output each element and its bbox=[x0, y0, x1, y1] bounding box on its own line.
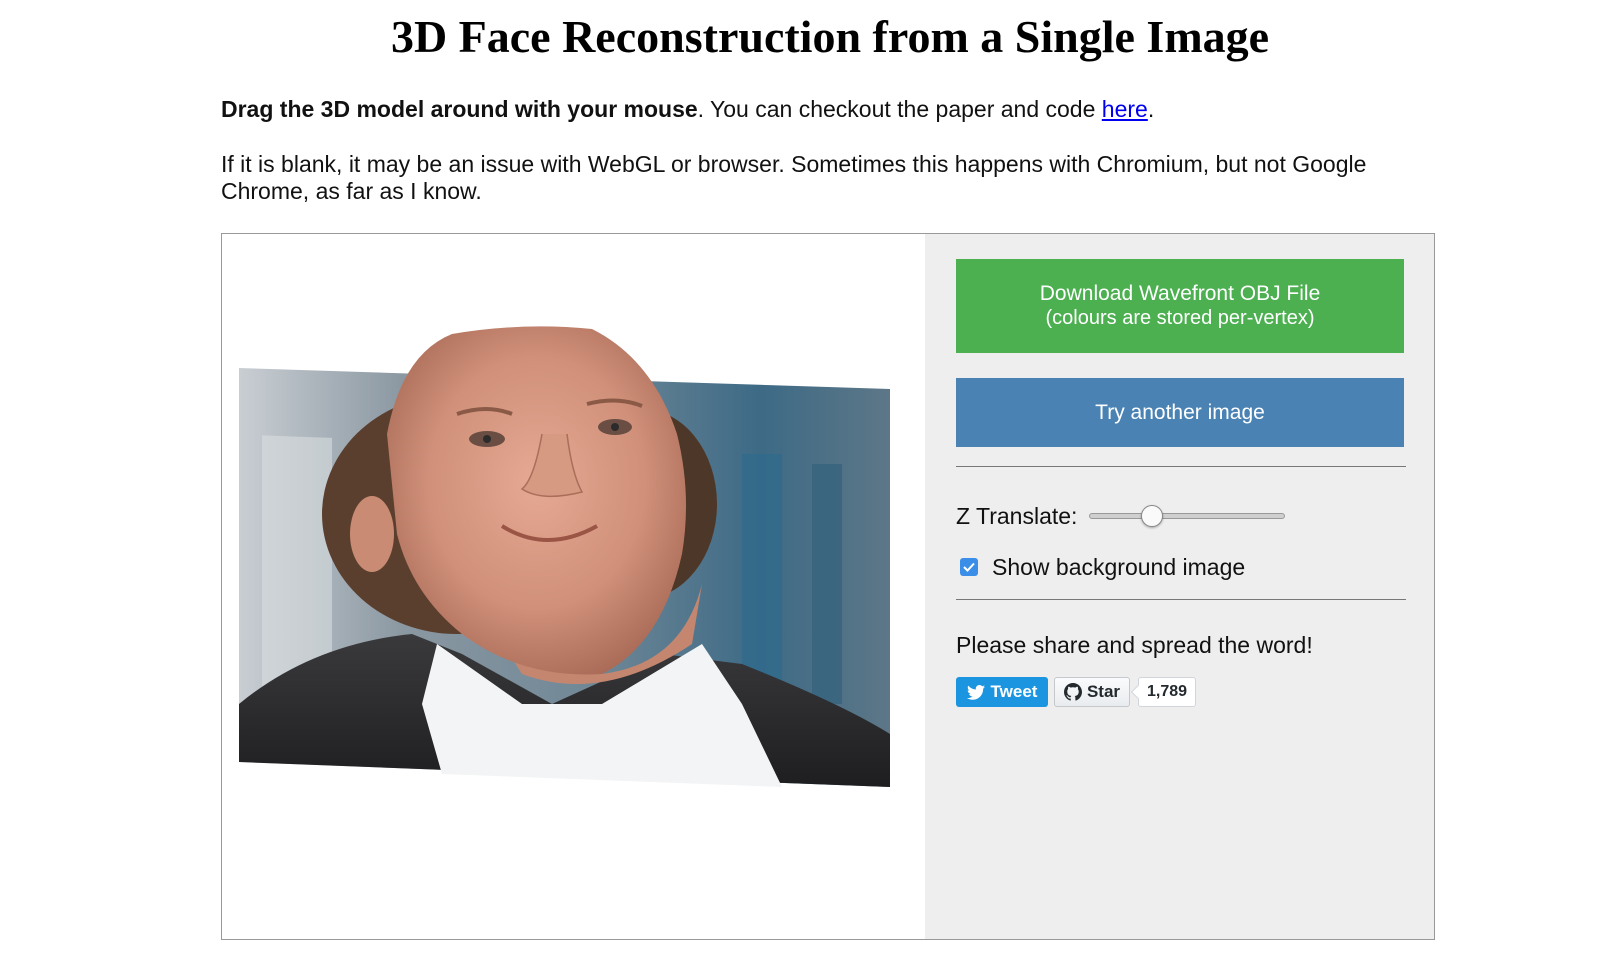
viewer-container: Download Wavefront OBJ File (colours are… bbox=[221, 233, 1435, 940]
share-text: Please share and spread the word! bbox=[956, 632, 1313, 658]
show-background-row: Show background image bbox=[956, 552, 1245, 582]
z-translate-slider[interactable] bbox=[1089, 505, 1286, 527]
show-background-checkbox[interactable] bbox=[960, 558, 978, 576]
divider bbox=[956, 599, 1406, 600]
webgl-note: If it is blank, it may be an issue with … bbox=[221, 151, 1367, 204]
intro-paragraph: Drag the 3D model around with your mouse… bbox=[221, 96, 1441, 123]
face-render-image bbox=[239, 326, 890, 787]
github-star-button[interactable]: Star bbox=[1054, 677, 1130, 707]
twitter-bird-icon bbox=[966, 684, 985, 700]
intro-text: . You can checkout the paper and code bbox=[697, 96, 1102, 122]
tweet-button[interactable]: Tweet bbox=[956, 677, 1048, 707]
z-translate-row: Z Translate: bbox=[956, 500, 1286, 532]
controls-panel: Download Wavefront OBJ File (colours are… bbox=[925, 234, 1434, 939]
download-button-sublabel: (colours are stored per-vertex) bbox=[1045, 307, 1315, 329]
star-label: Star bbox=[1086, 682, 1121, 701]
z-translate-label: Z Translate: bbox=[956, 502, 1078, 529]
star-count[interactable]: 1,789 bbox=[1138, 677, 1196, 707]
github-icon bbox=[1063, 683, 1082, 701]
slider-track bbox=[1089, 513, 1286, 519]
checkmark-icon bbox=[963, 562, 975, 572]
slider-thumb[interactable] bbox=[1141, 505, 1164, 527]
show-background-label: Show background image bbox=[992, 553, 1246, 580]
page-title: 3D Face Reconstruction from a Single Ima… bbox=[390, 11, 1270, 62]
paper-code-link[interactable]: here bbox=[1102, 96, 1148, 122]
download-button-label: Download Wavefront OBJ File bbox=[1039, 282, 1321, 305]
3d-model-canvas[interactable] bbox=[222, 234, 925, 939]
social-buttons: Tweet Star 1,789 bbox=[956, 677, 1196, 707]
intro-bold-instruction: Drag the 3D model around with your mouse bbox=[221, 96, 698, 122]
download-obj-button[interactable]: Download Wavefront OBJ File (colours are… bbox=[956, 259, 1404, 353]
try-another-image-button[interactable]: Try another image bbox=[956, 378, 1404, 447]
tweet-label: Tweet bbox=[990, 682, 1038, 701]
divider bbox=[956, 466, 1406, 467]
intro-period: . bbox=[1147, 96, 1155, 122]
